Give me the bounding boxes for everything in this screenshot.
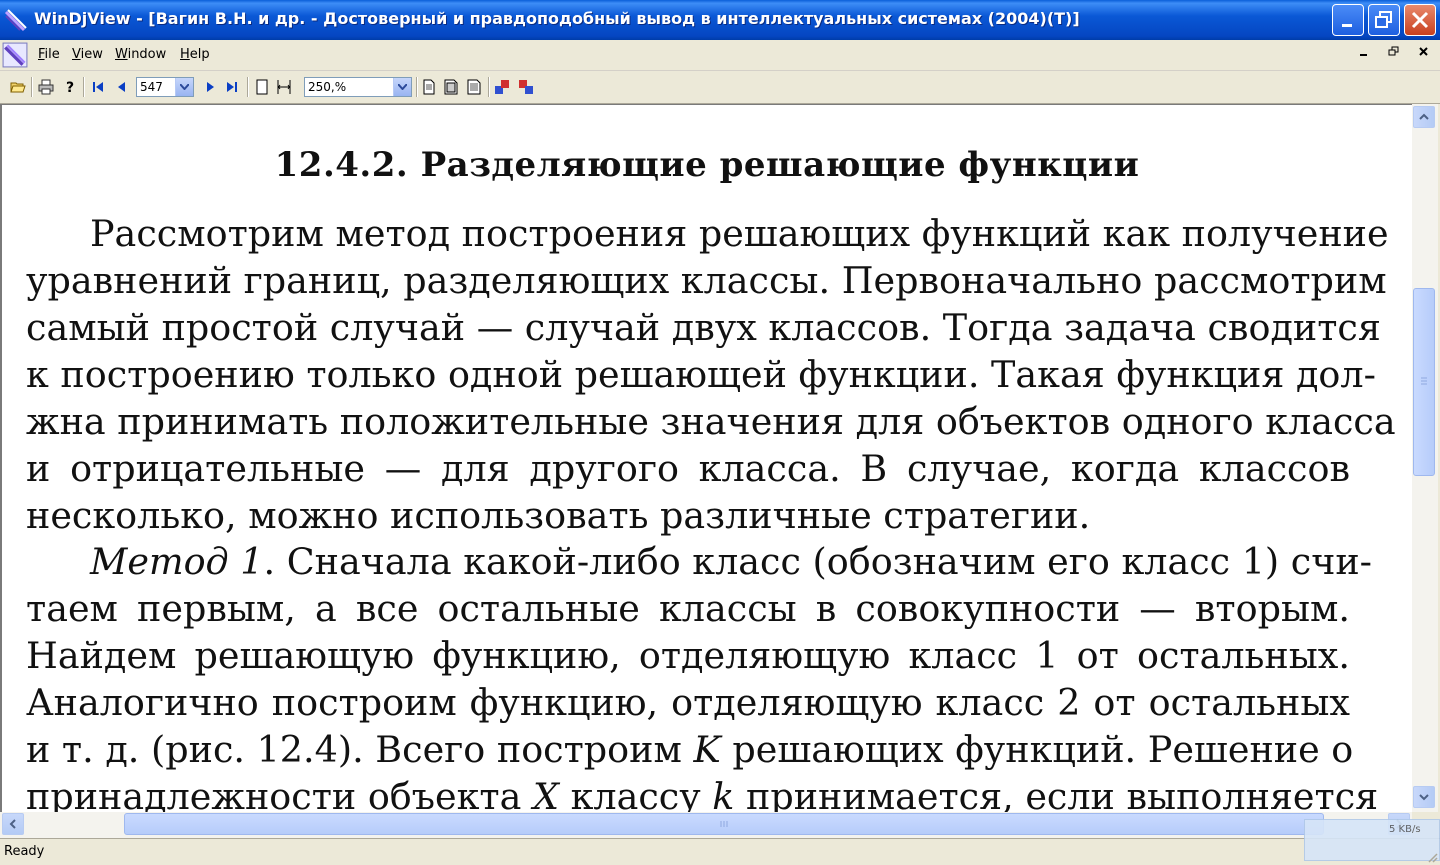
chevron-down-icon	[180, 84, 189, 90]
restore-icon	[1388, 46, 1399, 56]
vertical-scrollbar[interactable]	[1412, 104, 1438, 812]
method-label: Метод 1	[90, 540, 264, 583]
svg-text:?: ?	[66, 80, 74, 95]
menu-window[interactable]: Window	[115, 47, 166, 62]
continuous-page-icon[interactable]	[443, 79, 459, 95]
menu-bar: File View Window Help	[0, 40, 1440, 71]
minimize-button[interactable]	[1332, 4, 1364, 36]
vertical-scroll-thumb[interactable]	[1413, 288, 1435, 476]
windjview-app-icon[interactable]	[4, 8, 28, 32]
title-bar: WinDjView - [Вагин В.Н. и др. - Достовер…	[0, 0, 1440, 40]
help-icon[interactable]: ?	[62, 79, 78, 95]
menu-view[interactable]: View	[72, 47, 103, 62]
facing-pages-icon[interactable]	[466, 79, 482, 95]
window-title: WinDjView - [Вагин В.Н. и др. - Достовер…	[34, 9, 1080, 28]
scroll-down-button[interactable]	[1413, 786, 1435, 808]
chevron-down-icon	[398, 84, 407, 90]
text-line: Рассмотрим метод построения решающих фун…	[90, 212, 1389, 255]
horizontal-scrollbar[interactable]	[0, 812, 1412, 838]
rotate-right-icon[interactable]	[518, 79, 534, 95]
first-page-icon[interactable]	[90, 79, 106, 95]
horizontal-scroll-thumb[interactable]	[124, 813, 1324, 835]
restore-icon	[1375, 11, 1392, 28]
text-line: к построению только одной решающей функц…	[26, 353, 1376, 396]
document-icon[interactable]	[2, 42, 28, 68]
mdi-restore-button[interactable]	[1388, 46, 1400, 61]
math-var-k: k	[712, 775, 735, 812]
page-number-value: 547	[140, 80, 163, 94]
scroll-left-button[interactable]	[2, 813, 24, 835]
zoom-select[interactable]: 250,%	[304, 77, 412, 97]
text-line: Метод 1. Сначала какой-либо класс (обозн…	[90, 540, 1372, 583]
text-line: уравнений границ, разделяющих классы. Пе…	[26, 259, 1387, 302]
math-var-K: K	[693, 728, 721, 771]
fit-width-icon[interactable]	[276, 79, 292, 95]
fit-page-icon[interactable]	[254, 79, 270, 95]
grip-icon	[1421, 377, 1427, 385]
chevron-down-icon	[1419, 794, 1429, 801]
minimize-icon	[1342, 24, 1352, 27]
toolbar: ? 547 250,%	[0, 71, 1440, 104]
last-page-icon[interactable]	[224, 79, 240, 95]
text-line: таем первым, а все остальные классы в со…	[26, 587, 1350, 630]
close-button[interactable]	[1404, 4, 1436, 36]
close-icon	[1419, 47, 1428, 56]
math-var-X: X	[532, 775, 559, 812]
page-number-select[interactable]: 547	[136, 77, 194, 97]
toolbar-separator	[83, 77, 85, 97]
close-icon	[1411, 11, 1429, 29]
text-line: принадлежности объекта X классу k приним…	[26, 774, 1378, 812]
next-page-icon[interactable]	[202, 79, 218, 95]
zoom-value: 250,%	[308, 80, 347, 94]
page-dropdown-button[interactable]	[175, 78, 193, 96]
chevron-left-icon	[9, 819, 16, 829]
toolbar-separator	[247, 77, 249, 97]
menu-help[interactable]: Help	[180, 47, 210, 62]
text-line: несколько, можно использовать различные …	[26, 494, 1091, 537]
open-folder-icon[interactable]	[10, 79, 26, 95]
document-view[interactable]: 12.4.2. Разделяющие решающие функции Рас…	[0, 104, 1412, 812]
menu-file[interactable]: File	[38, 47, 60, 62]
toolbar-separator	[488, 77, 490, 97]
mdi-close-button[interactable]	[1418, 46, 1430, 61]
grip-icon	[720, 821, 728, 827]
text-line: и отрицательные — для другого класса. В …	[26, 447, 1350, 490]
text-line: Найдем решающую функцию, отделяющую клас…	[26, 634, 1350, 677]
text-line: и т. д. (рис. 12.4). Всего построим K ре…	[26, 728, 1354, 771]
text-line: самый простой случай — случай двух класс…	[26, 306, 1381, 349]
section-heading: 12.4.2. Разделяющие решающие функции	[274, 145, 1140, 185]
network-monitor-overlay: 5 KB/s	[1304, 819, 1440, 861]
resize-grip-icon[interactable]	[1426, 851, 1438, 863]
previous-page-icon[interactable]	[114, 79, 130, 95]
chevron-up-icon	[1419, 113, 1429, 120]
status-text: Ready	[4, 844, 45, 859]
toolbar-separator	[31, 77, 33, 97]
print-icon[interactable]	[38, 79, 54, 95]
mdi-minimize-button[interactable]	[1358, 46, 1370, 61]
minimize-icon	[1360, 54, 1367, 56]
single-page-icon[interactable]	[421, 79, 437, 95]
scroll-up-button[interactable]	[1413, 106, 1435, 128]
toolbar-separator	[416, 77, 418, 97]
text-line: Аналогично построим функцию, отделяющую …	[26, 681, 1350, 724]
status-bar: Ready 5 KB/s	[0, 819, 1440, 865]
text-line: жна принимать положительные значения для…	[26, 400, 1396, 443]
zoom-dropdown-button[interactable]	[393, 78, 411, 96]
restore-button[interactable]	[1368, 4, 1400, 36]
rotate-left-icon[interactable]	[494, 79, 510, 95]
network-rate: 5 KB/s	[1389, 824, 1421, 835]
